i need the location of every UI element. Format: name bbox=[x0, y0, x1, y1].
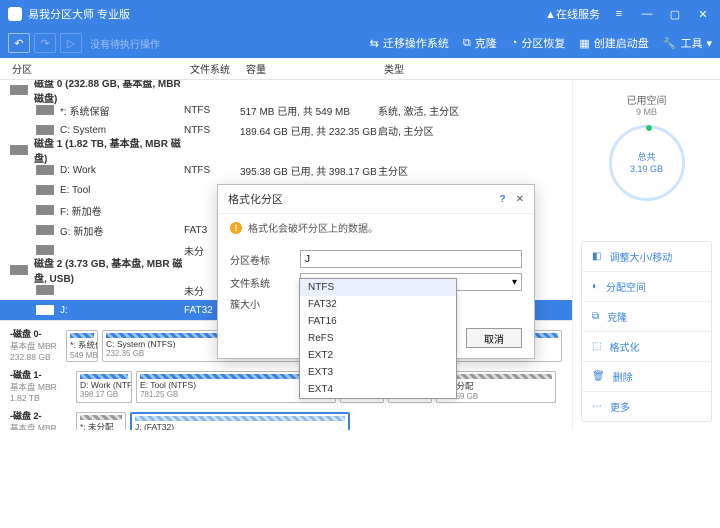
toolbar: ↶ ↷ ▷ 没有待执行操作 ⇆ 迁移操作系统 ⧉ 克隆 ◔ 分区恢复 ▦ 创建启… bbox=[0, 28, 720, 58]
partition-icon bbox=[36, 225, 54, 235]
op-调整大小/移动[interactable]: ◧调整大小/移动 bbox=[582, 242, 711, 272]
dialog-title: 格式化分区 bbox=[228, 191, 500, 207]
clone-button[interactable]: ⧉ 克隆 bbox=[463, 35, 497, 51]
column-headers: 分区 文件系统 容量 类型 bbox=[0, 58, 720, 80]
op-克隆[interactable]: ⧉克隆 bbox=[582, 302, 711, 332]
partition-icon bbox=[36, 165, 54, 175]
side-panel: 已用空间 9 MB 总共 3.19 GB ◧调整大小/移动◐分配空间⧉克隆⬚格式… bbox=[572, 80, 720, 430]
dialog-close-icon[interactable]: ✕ bbox=[516, 194, 524, 205]
fs-option[interactable]: EXT3 bbox=[300, 364, 456, 381]
op-删除[interactable]: 🗑删除 bbox=[582, 362, 711, 392]
label-field-label: 分区卷标 bbox=[230, 252, 300, 267]
fs-option[interactable]: FAT32 bbox=[300, 296, 456, 313]
partition-icon bbox=[36, 105, 54, 115]
op-分配空间[interactable]: ◐分配空间 bbox=[582, 272, 711, 302]
fs-option[interactable]: FAT16 bbox=[300, 313, 456, 330]
partition-row[interactable]: *: 系统保留NTFS517 MB 已用, 共 549 MB系统, 激活, 主分… bbox=[0, 100, 572, 120]
apply-button: ▷ bbox=[60, 33, 82, 53]
operations-panel: ◧调整大小/移动◐分配空间⧉克隆⬚格式化🗑删除⋯更多 bbox=[581, 241, 712, 422]
col-type: 类型 bbox=[384, 61, 484, 76]
partition-icon bbox=[36, 185, 54, 195]
disk-header[interactable]: 磁盘 1 (1.82 TB, 基本盘, MBR 磁盘) bbox=[0, 140, 572, 160]
dialog-warning: ! 格式化会破坏分区上的数据。 bbox=[218, 214, 534, 241]
minimize-button[interactable]: — bbox=[638, 8, 656, 20]
col-fs: 文件系统 bbox=[190, 61, 246, 76]
cancel-button[interactable]: 取消 bbox=[466, 328, 522, 348]
disk-icon bbox=[10, 145, 28, 155]
recover-partition-button[interactable]: ◔ 分区恢复 bbox=[511, 35, 566, 51]
online-service-link[interactable]: ▲在线服务 bbox=[545, 6, 600, 22]
chevron-down-icon: ▾ bbox=[512, 277, 517, 288]
disk-segment[interactable]: *: 未分配558 MB bbox=[76, 412, 126, 430]
partition-icon bbox=[36, 305, 54, 315]
fs-option[interactable]: EXT2 bbox=[300, 347, 456, 364]
close-button[interactable]: ✕ bbox=[694, 8, 712, 21]
partition-icon bbox=[36, 205, 54, 215]
partition-icon bbox=[36, 245, 54, 255]
op-icon: ⬚ bbox=[592, 341, 601, 352]
usage-ring: 总共 3.19 GB bbox=[609, 125, 685, 201]
usage-label: 已用空间 bbox=[581, 92, 712, 107]
op-更多[interactable]: ⋯更多 bbox=[582, 392, 711, 421]
usage-value: 9 MB bbox=[581, 107, 712, 117]
disk-header[interactable]: 磁盘 0 (232.88 GB, 基本盘, MBR 磁盘) bbox=[0, 80, 572, 100]
op-icon: ◧ bbox=[592, 251, 601, 262]
disk-segment[interactable]: D: Work (NTFS)398.17 GB bbox=[76, 371, 132, 403]
volume-label-input[interactable] bbox=[300, 250, 522, 268]
op-icon: ⋯ bbox=[592, 401, 602, 412]
disk-icon bbox=[10, 265, 28, 275]
redo-button: ↷ bbox=[34, 33, 56, 53]
op-icon: ⧉ bbox=[592, 311, 599, 322]
undo-button[interactable]: ↶ bbox=[8, 33, 30, 53]
partition-icon bbox=[36, 285, 54, 295]
fs-option[interactable]: NTFS bbox=[300, 279, 456, 296]
filesystem-field-label: 文件系统 bbox=[230, 275, 300, 290]
pending-ops-status: 没有待执行操作 bbox=[90, 36, 160, 51]
maximize-button[interactable]: ▢ bbox=[666, 8, 684, 21]
fs-option[interactable]: EXT4 bbox=[300, 381, 456, 398]
op-icon: 🗑 bbox=[592, 371, 605, 382]
app-title: 易我分区大师 专业版 bbox=[28, 6, 545, 22]
help-icon[interactable]: ? bbox=[500, 194, 506, 205]
op-icon: ◐ bbox=[592, 281, 598, 292]
op-格式化[interactable]: ⬚格式化 bbox=[582, 332, 711, 362]
disk-icon bbox=[10, 85, 28, 95]
cluster-field-label: 簇大小 bbox=[230, 296, 300, 311]
settings-icon[interactable]: ≡ bbox=[610, 8, 628, 20]
partition-icon bbox=[36, 125, 54, 135]
create-boot-disk-button[interactable]: ▦ 创建启动盘 bbox=[579, 35, 648, 51]
col-partition: 分区 bbox=[12, 61, 190, 76]
disk-segment[interactable]: J: (FAT32)3.19 GB bbox=[130, 412, 350, 430]
col-capacity: 容量 bbox=[246, 61, 384, 76]
migrate-os-button[interactable]: ⇆ 迁移操作系统 bbox=[370, 35, 449, 51]
filesystem-dropdown: NTFSFAT32FAT16ReFSEXT2EXT3EXT4 bbox=[299, 278, 457, 399]
disk-segment[interactable]: *: 系统保...549 MB bbox=[66, 330, 98, 362]
title-bar: 易我分区大师 专业版 ▲在线服务 ≡ — ▢ ✕ bbox=[0, 0, 720, 28]
app-logo bbox=[8, 7, 22, 21]
warning-icon: ! bbox=[230, 222, 242, 234]
fs-option[interactable]: ReFS bbox=[300, 330, 456, 347]
tools-button[interactable]: 🔧 工具 ▾ bbox=[663, 35, 712, 51]
